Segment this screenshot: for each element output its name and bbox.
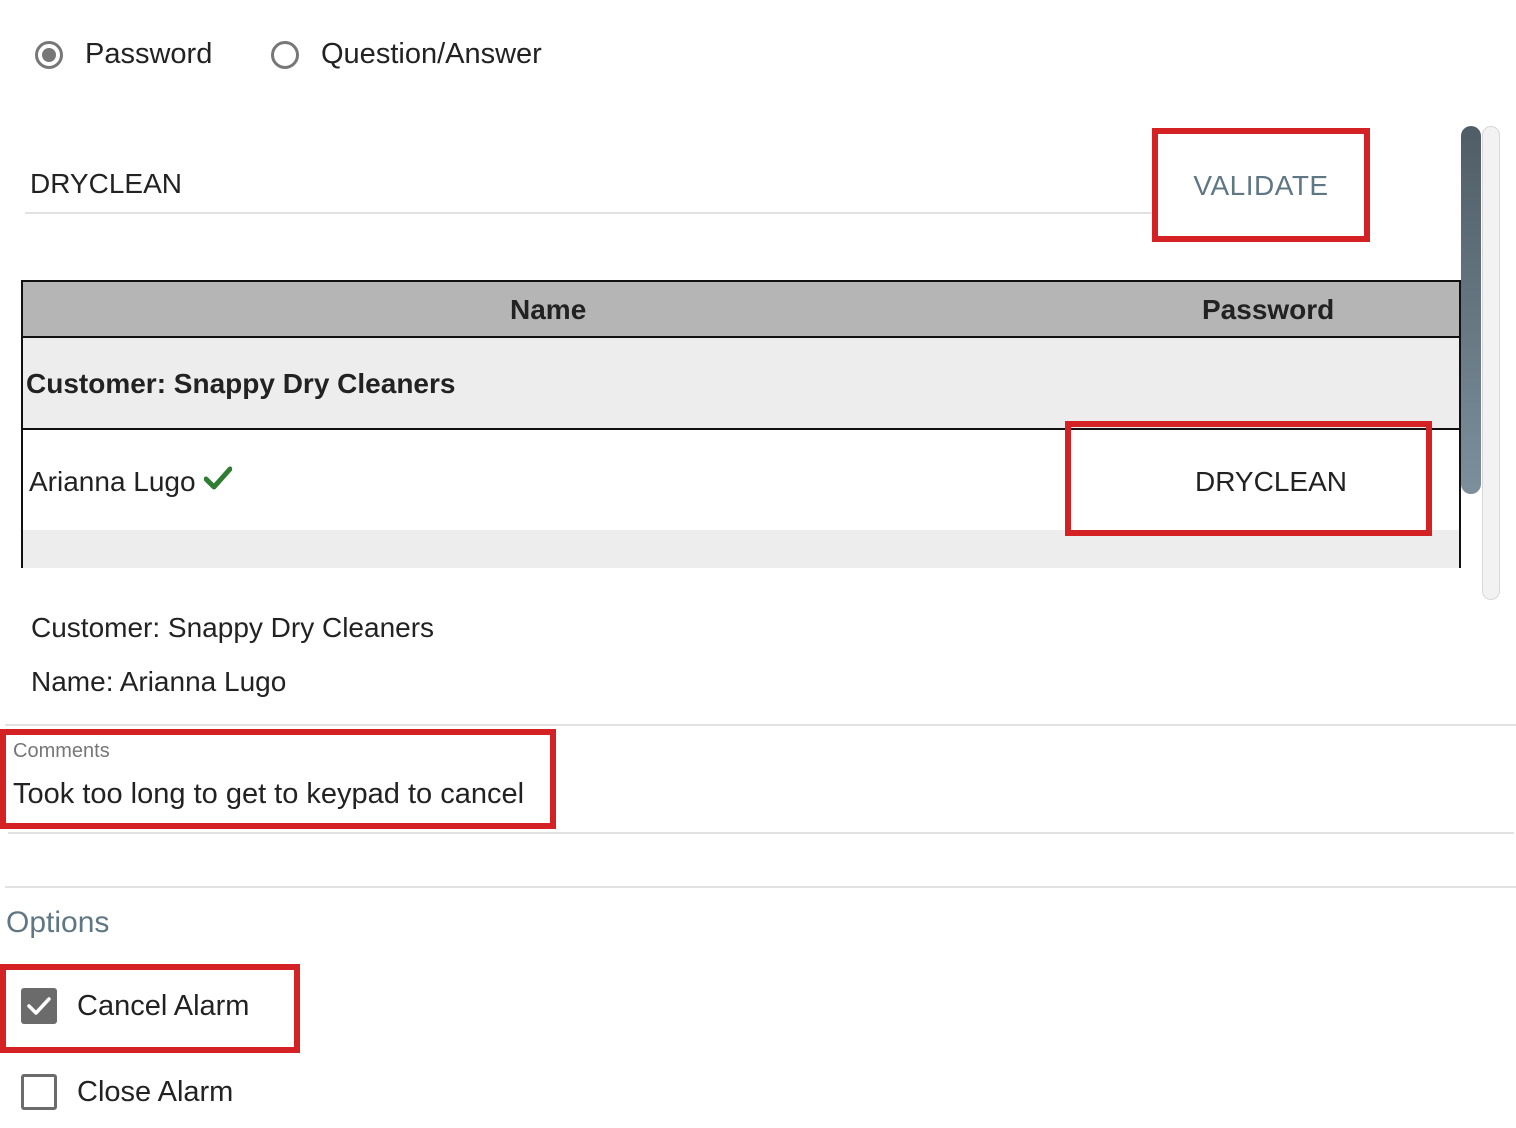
scrollbar-track[interactable] (1482, 126, 1500, 600)
divider (5, 724, 1516, 726)
column-header-password[interactable]: Password (1202, 282, 1334, 338)
table-row-empty (23, 530, 1459, 568)
cancel-alarm-label: Cancel Alarm (77, 989, 250, 1022)
radio-question-answer[interactable]: Question/Answer (271, 38, 542, 71)
radio-password-label: Password (85, 38, 213, 70)
column-header-name[interactable]: Name (510, 282, 586, 338)
radio-question-answer-label: Question/Answer (321, 38, 542, 70)
selected-customer: Customer: Snappy Dry Cleaners (31, 612, 435, 643)
close-alarm-label: Close Alarm (77, 1075, 234, 1108)
cancel-alarm-checkbox[interactable]: Cancel Alarm (21, 988, 249, 1024)
cell-name-text: Arianna Lugo (29, 466, 196, 497)
comments-underline (8, 832, 1514, 834)
validate-button[interactable]: VALIDATE (1162, 140, 1360, 232)
radio-password[interactable]: Password (35, 38, 212, 71)
close-alarm-checkbox[interactable]: Close Alarm (21, 1074, 233, 1110)
table-row[interactable]: Arianna Lugo DRYCLEAN (23, 430, 1459, 530)
divider (5, 886, 1516, 888)
scrollbar-thumb[interactable] (1461, 126, 1481, 494)
password-input[interactable]: DRYCLEAN (25, 150, 1153, 214)
options-heading: Options (6, 906, 110, 939)
cell-name: Arianna Lugo (29, 429, 233, 534)
group-label: Customer: Snappy Dry Cleaners (26, 368, 456, 399)
selected-name: Name: Arianna Lugo (31, 666, 287, 697)
radio-selected-icon[interactable] (35, 40, 63, 69)
table-header: Name Password (23, 282, 1459, 338)
checkbox-checked-icon[interactable] (21, 988, 57, 1024)
comments-input[interactable]: Took too long to get to keypad to cancel (13, 778, 524, 811)
cell-password: DRYCLEAN (1195, 466, 1347, 497)
checkbox-unchecked-icon[interactable] (21, 1074, 57, 1110)
contacts-table: Name Password Customer: Snappy Dry Clean… (21, 280, 1461, 568)
comments-label: Comments (13, 740, 110, 762)
table-group-row: Customer: Snappy Dry Cleaners (23, 338, 1459, 430)
radio-unselected-icon[interactable] (271, 40, 299, 69)
checkmark-icon (203, 429, 233, 533)
